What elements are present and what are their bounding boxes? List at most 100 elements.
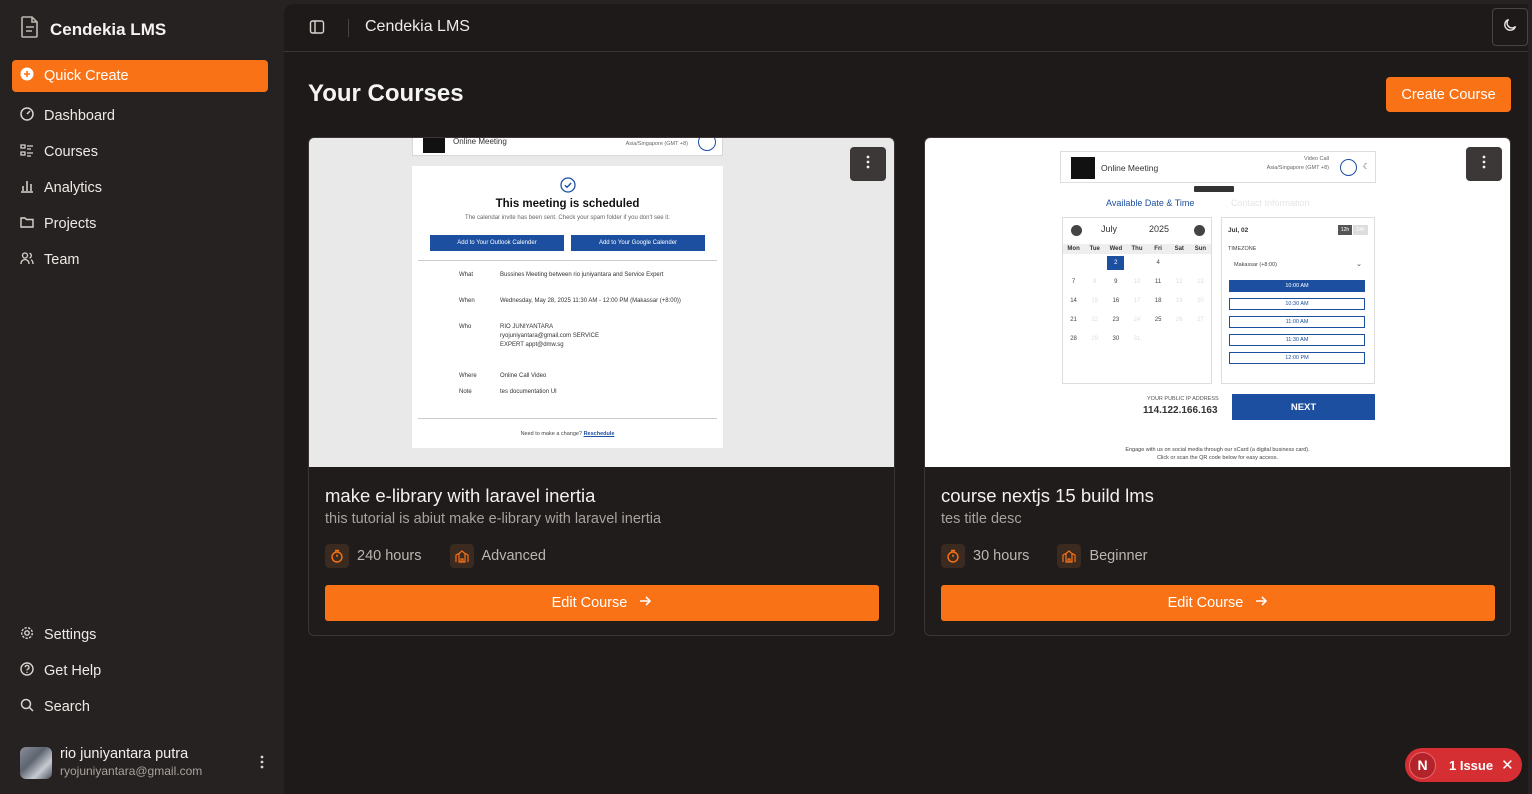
sidebar-item-label: Analytics (44, 180, 103, 196)
time-slot: 11:00 AM (1229, 316, 1365, 328)
school-icon (449, 544, 474, 568)
sidebar-item-settings[interactable]: Settings (12, 617, 268, 653)
secondary-nav: Settings Get Help Search (12, 617, 268, 725)
avatar (20, 747, 52, 779)
course-meta: 240 hours Advanced (325, 544, 546, 568)
calendar-day: 31 (1133, 336, 1141, 342)
calendar-day: 12 (1175, 279, 1183, 285)
thumbnail-header-title: Online Meeting (1101, 163, 1159, 173)
footer-line: Click or scan the QR code below for easy… (1156, 455, 1279, 461)
gear-icon (20, 626, 34, 644)
help-circle-icon (20, 662, 34, 680)
arrow-right-icon (639, 595, 652, 611)
users-icon (20, 251, 34, 269)
calendar-day: 10 (1133, 279, 1141, 285)
calendar-day: 24 (1133, 317, 1141, 323)
calendar-day: 20 (1197, 298, 1204, 304)
reschedule-link: Reschedule (583, 431, 615, 437)
logo (1071, 157, 1095, 179)
issues-badge[interactable]: N 1 Issue ✕ (1405, 748, 1522, 782)
next-button: NEXT (1232, 394, 1375, 420)
course-menu-button[interactable] (850, 147, 886, 181)
calendar-panel: July 2025 Mon Tue Wed Thu Fri Sat Sun 2 4 7 8 9 10 11… (1062, 217, 1212, 384)
course-duration: 240 hours (357, 548, 422, 564)
calendar-day: 28 (1070, 336, 1077, 342)
school-icon (1057, 544, 1082, 568)
course-card[interactable]: Online Meeting Asia/Singapore (GMT +8) T… (308, 137, 895, 636)
edit-course-button[interactable]: Edit Course (325, 585, 879, 621)
sidebar-item-courses[interactable]: Courses (12, 134, 268, 170)
sidebar-toggle-icon[interactable] (309, 19, 325, 40)
create-course-button[interactable]: Create Course (1386, 77, 1511, 112)
arrow-right-icon (1255, 595, 1268, 611)
user-email: ryojuniyantara@gmail.com (60, 764, 203, 778)
footer-line: Engage with us on social media through o… (1125, 447, 1310, 453)
more-vertical-icon (1482, 155, 1486, 174)
sidebar-item-get-help[interactable]: Get Help (12, 653, 268, 689)
sidebar-item-label: Team (44, 252, 80, 268)
course-description: tes title desc (941, 511, 1022, 527)
brand-title: Cendekia LMS (50, 19, 167, 39)
check-circle-icon (560, 177, 576, 198)
course-meta: 30 hours Beginner (941, 544, 1147, 568)
sidebar-item-projects[interactable]: Projects (12, 206, 268, 242)
user-profile[interactable]: rio juniyantara putra ryojuniyantara@gma… (20, 745, 272, 781)
brand[interactable]: Cendekia LMS (20, 16, 166, 43)
edit-course-button[interactable]: Edit Course (941, 585, 1495, 621)
thumbnail-header-title: Online Meeting (453, 138, 507, 146)
course-thumbnail: Online Meeting Video Call Asia/Singapore… (925, 138, 1510, 467)
more-vertical-icon[interactable] (260, 755, 264, 774)
weekday-label: Fri (1147, 244, 1169, 254)
sidebar-item-label: Courses (44, 144, 98, 160)
moon-icon (1503, 18, 1517, 37)
calendar-day: 19 (1175, 298, 1183, 304)
user-info: rio juniyantara putra ryojuniyantara@gma… (60, 746, 202, 780)
thumbnail-subtitle: The calendar invite has been sent. Check… (465, 215, 670, 221)
issue-label: 1 Issue (1449, 757, 1494, 773)
moon-icon: ☾ (1362, 162, 1370, 171)
detail-key: Where (459, 373, 477, 379)
weekday-label: Tue (1084, 244, 1106, 254)
divider (418, 260, 717, 261)
tab-contact-info: Contact Information (1231, 198, 1310, 208)
file-icon (20, 16, 40, 43)
format-12h: 12h (1338, 225, 1352, 235)
calendar-day: 18 (1154, 298, 1162, 304)
footer-text: Need to make a change? (520, 431, 583, 437)
time-slot: 12:00 PM (1229, 352, 1365, 364)
thumbnail-timezone: Asia/Singapore (GMT +8) (1266, 165, 1329, 171)
sidebar-item-team[interactable]: Team (12, 242, 268, 278)
selected-date: Jul, 02 (1228, 227, 1249, 234)
sidebar-item-dashboard[interactable]: Dashboard (12, 98, 268, 134)
calendar-day: 13 (1197, 279, 1204, 285)
course-card[interactable]: Online Meeting Video Call Asia/Singapore… (924, 137, 1511, 636)
chevron-down-icon: ⌄ (1356, 261, 1362, 268)
close-icon[interactable]: ✕ (1501, 756, 1514, 774)
handle (1194, 186, 1234, 192)
plus-circle-icon (20, 67, 34, 85)
sidebar-item-analytics[interactable]: Analytics (12, 170, 268, 206)
calendar-day: 17 (1133, 298, 1141, 304)
thumbnail-call-type: Video Call (1304, 156, 1329, 162)
calendar-day: 4 (1156, 260, 1160, 266)
weekday-label: Wed (1105, 244, 1127, 254)
course-level: Beginner (1089, 548, 1148, 564)
sidebar-item-search[interactable]: Search (12, 689, 268, 725)
edit-course-label: Edit Course (551, 595, 628, 611)
chevron-right-icon (1194, 225, 1205, 236)
sidebar-item-label: Get Help (44, 663, 102, 679)
course-menu-button[interactable] (1466, 147, 1502, 181)
edit-course-label: Edit Course (1167, 595, 1244, 611)
calendar-day: 15 (1091, 298, 1099, 304)
course-title: course nextjs 15 build lms (941, 485, 1154, 506)
theme-toggle-button[interactable] (1492, 8, 1528, 46)
page-title: Your Courses (308, 80, 464, 107)
calendar-month: July (1101, 224, 1118, 234)
timer-icon (941, 544, 965, 568)
quick-create-button[interactable]: Quick Create (12, 60, 268, 92)
calendar-day: 7 (1071, 279, 1076, 285)
sidebar: Cendekia LMS Quick Create Dashboard Cour… (0, 0, 284, 794)
calendar-day: 11 (1155, 279, 1162, 285)
thumbnail-footer: Engage with us on social media through o… (925, 446, 1510, 462)
detail-key: Note (459, 389, 472, 395)
